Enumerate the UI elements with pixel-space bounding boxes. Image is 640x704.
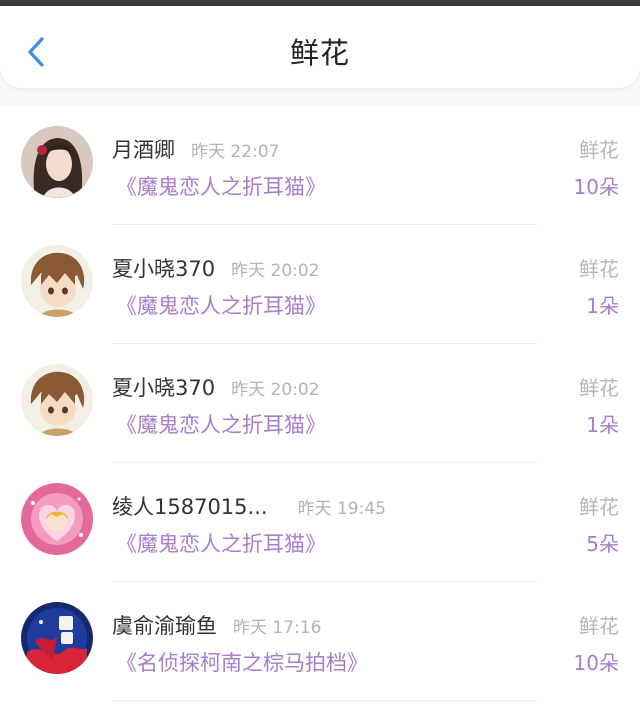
timestamp: 昨天 17:16 (233, 618, 322, 638)
list-item[interactable]: 虞俞渝瑜鱼 昨天 17:16 《名侦探柯南之棕马拍档》 鲜花 10朵 (0, 582, 640, 701)
book-title[interactable]: 《魔鬼恋人之折耳猫》 (116, 171, 326, 201)
user-name-text: 绫人1587015... (112, 495, 268, 519)
avatar[interactable] (21, 364, 93, 436)
gift-type: 鲜花 (579, 614, 619, 638)
gift-type: 鲜花 (579, 495, 619, 519)
user-name: 夏小晓370 昨天 20:02 (112, 253, 320, 283)
book-title[interactable]: 《名侦探柯南之棕马拍档》 (116, 647, 368, 677)
gift-count: 10朵 (573, 175, 619, 199)
user-name: 月酒卿 昨天 22:07 (112, 134, 279, 164)
timestamp: 昨天 20:02 (231, 261, 320, 281)
book-title[interactable]: 《魔鬼恋人之折耳猫》 (116, 290, 326, 320)
user-name: 绫人1587015... 昨天 19:45 (112, 491, 386, 521)
nav-header: 鲜花 (0, 6, 640, 88)
user-name: 虞俞渝瑜鱼 昨天 17:16 (112, 610, 321, 640)
avatar[interactable] (21, 602, 93, 674)
user-name-text: 月酒卿 (112, 138, 175, 162)
avatar[interactable] (21, 245, 93, 317)
avatar[interactable] (21, 126, 93, 198)
user-name-text: 夏小晓370 (112, 376, 216, 400)
divider (112, 700, 537, 701)
gift-count: 5朵 (586, 532, 619, 556)
list-item[interactable]: 夏小晓370 昨天 20:02 《魔鬼恋人之折耳猫》 鲜花 1朵 (0, 225, 640, 344)
book-title[interactable]: 《魔鬼恋人之折耳猫》 (116, 409, 326, 439)
gift-type: 鲜花 (579, 138, 619, 162)
gift-type: 鲜花 (579, 376, 619, 400)
book-title[interactable]: 《魔鬼恋人之折耳猫》 (116, 528, 326, 558)
user-name-text: 夏小晓370 (112, 257, 216, 281)
avatar[interactable] (21, 483, 93, 555)
gift-list: 月酒卿 昨天 22:07 《魔鬼恋人之折耳猫》 鲜花 10朵 夏小晓370 昨天 2… (0, 106, 640, 704)
user-name-text: 虞俞渝瑜鱼 (112, 614, 217, 638)
gift-count: 1朵 (586, 413, 619, 437)
page-title: 鲜花 (289, 36, 350, 70)
timestamp: 昨天 20:02 (231, 380, 320, 400)
gift-type: 鲜花 (579, 257, 619, 281)
list-item[interactable]: 绫人1587015... 昨天 19:45 《魔鬼恋人之折耳猫》 鲜花 5朵 (0, 463, 640, 582)
gift-count: 1朵 (586, 294, 619, 318)
gift-count: 10朵 (573, 651, 619, 675)
timestamp: 昨天 19:45 (297, 499, 386, 519)
list-item[interactable]: 月酒卿 昨天 22:07 《魔鬼恋人之折耳猫》 鲜花 10朵 (0, 106, 640, 225)
timestamp: 昨天 22:07 (191, 142, 280, 162)
user-name: 夏小晓370 昨天 20:02 (112, 372, 320, 402)
list-item[interactable]: 夏小晓370 昨天 20:02 《魔鬼恋人之折耳猫》 鲜花 1朵 (0, 344, 640, 463)
